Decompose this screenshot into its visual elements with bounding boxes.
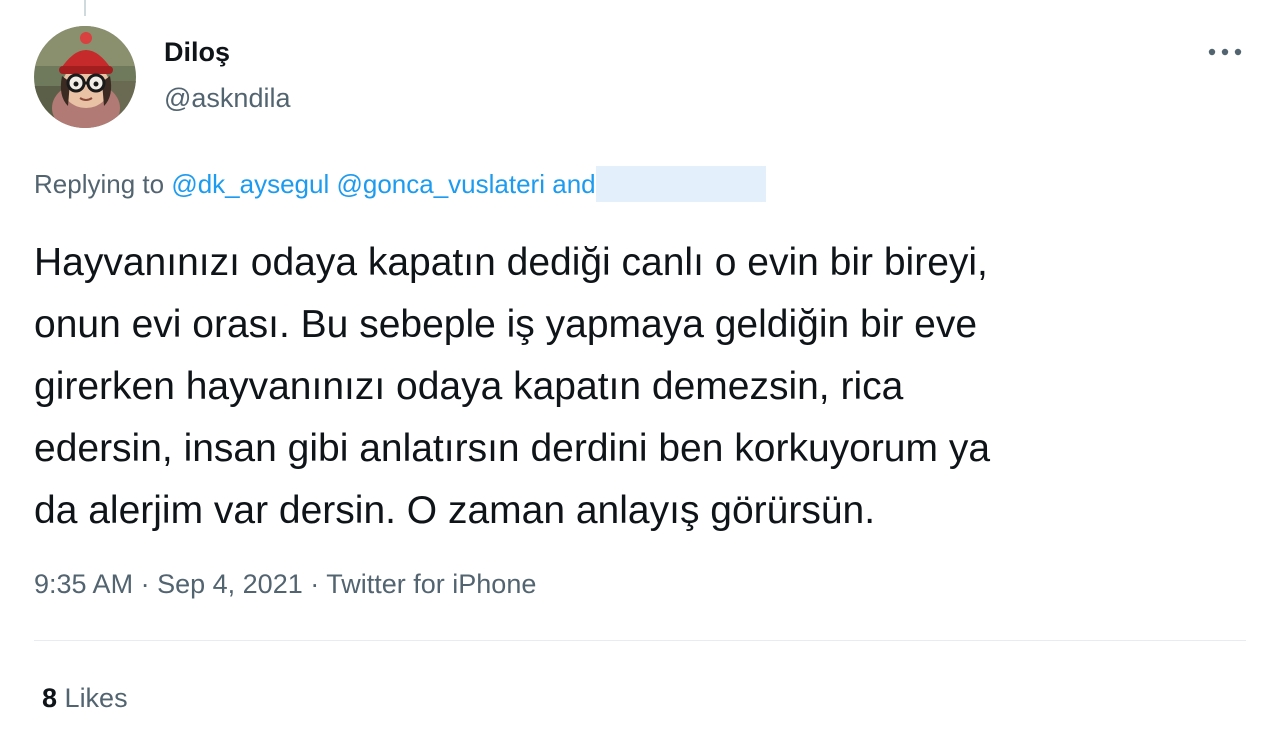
thread-connector-line [84,0,86,16]
avatar[interactable] [34,26,136,128]
replying-to-label: Replying to [34,169,165,199]
tweet-time: 9:35 AM [34,569,134,599]
tweet-date: Sep 4, 2021 [157,569,303,599]
redacted-mentions [595,166,766,202]
tweet-timestamp-link[interactable]: 9:35 AM · Sep 4, 2021 [34,569,303,599]
author-display-name[interactable]: Diloş [164,34,230,70]
author-handle[interactable]: @askndila [164,80,290,116]
more-horizontal-icon [1208,48,1242,56]
likes-count: 8 [42,683,58,713]
mention-link[interactable]: @gonca_vuslateri [336,169,545,199]
mention-and-label[interactable]: and [552,169,595,199]
avatar-image [34,26,136,128]
tweet-metadata: 9:35 AM · Sep 4, 2021 · Twitter for iPho… [34,564,536,604]
meta-separator: · [140,569,150,599]
likes-label: Likes [64,683,128,713]
tweet-body-text: Hayvanınızı odaya kapatın dediği canlı o… [34,241,991,532]
tweet-source-link[interactable]: Twitter for iPhone [326,569,536,599]
meta-separator: · [310,569,320,599]
replying-to-line: Replying to @dk_aysegul @gonca_vuslateri… [34,166,766,202]
tweet-detail: Diloş @askndila Replying to @dk_aysegul … [0,0,1280,750]
likes-stat-link[interactable]: 8 Likes [42,678,128,718]
more-options-button[interactable] [1200,30,1250,74]
divider [34,640,1246,641]
mention-link[interactable]: @dk_aysegul [171,169,329,199]
